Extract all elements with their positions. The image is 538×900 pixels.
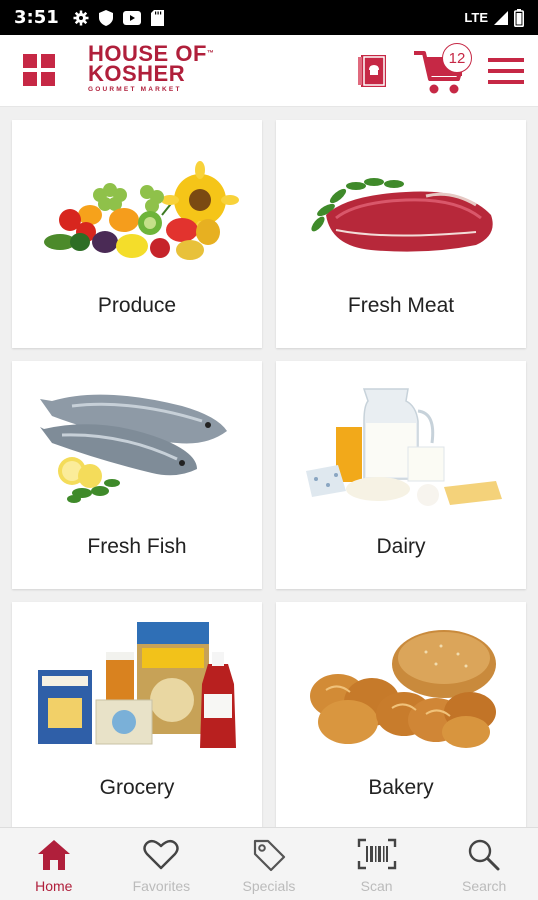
nav-label: Home — [35, 878, 73, 894]
category-tile-dairy[interactable]: Dairy — [276, 361, 526, 589]
app-header: HOUSE OF™ KOSHER GOURMET MARKET 12 — [0, 35, 538, 107]
logo-line2: KOSHER — [88, 61, 186, 86]
nav-home[interactable]: Home — [0, 828, 108, 900]
nav-label: Search — [461, 878, 507, 894]
category-tile-fresh-meat[interactable]: Fresh Meat — [276, 120, 526, 348]
bottom-navigation: Home Favorites Specials Scan Search — [0, 827, 538, 900]
bakery-image — [310, 630, 496, 748]
search-icon — [468, 839, 500, 871]
category-label: Fresh Fish — [87, 535, 187, 558]
nav-favorites[interactable]: Favorites — [108, 828, 216, 900]
nav-label: Favorites — [132, 878, 191, 894]
fresh-meat-image — [311, 178, 493, 252]
category-tile-fresh-fish[interactable]: Fresh Fish — [12, 361, 262, 589]
dairy-image — [306, 388, 502, 506]
recipe-book-icon[interactable] — [358, 53, 388, 89]
fresh-fish-image — [40, 394, 227, 503]
logo-trademark: ™ — [206, 50, 215, 57]
settings-gear-icon — [73, 10, 89, 25]
status-time: 3:51 — [14, 7, 59, 28]
home-icon — [37, 840, 70, 870]
status-bar: 3:51 LTE — [0, 0, 538, 35]
category-grid: Produce Fresh Meat Fresh Fish Dairy Groc… — [0, 107, 538, 830]
nav-search[interactable]: Search — [430, 828, 538, 900]
hamburger-menu-icon[interactable] — [488, 55, 524, 87]
grocery-image — [38, 622, 236, 748]
nav-label: Scan — [360, 878, 393, 894]
barcode-icon — [357, 838, 396, 870]
cart-count-badge[interactable]: 12 — [442, 43, 472, 73]
produce-image — [44, 161, 239, 260]
shield-icon — [98, 9, 113, 26]
nav-label: Specials — [242, 878, 296, 894]
category-tile-grocery[interactable]: Grocery — [12, 602, 262, 830]
youtube-icon — [122, 10, 141, 25]
signal-icon — [494, 10, 508, 25]
logo-tagline: GOURMET MARKET — [88, 86, 182, 93]
grid-menu-icon[interactable] — [22, 53, 56, 87]
battery-icon — [514, 8, 524, 27]
category-label: Produce — [97, 294, 177, 317]
category-label: Fresh Meat — [347, 294, 455, 317]
category-tile-produce[interactable]: Produce — [12, 120, 262, 348]
network-type: LTE — [464, 10, 488, 25]
heart-icon — [143, 839, 180, 870]
category-label: Dairy — [376, 535, 426, 558]
category-label: Grocery — [99, 776, 175, 799]
sd-card-icon — [150, 9, 164, 26]
nav-specials[interactable]: Specials — [215, 828, 323, 900]
category-tile-bakery[interactable]: Bakery — [276, 602, 526, 830]
tag-icon — [253, 839, 286, 872]
brand-logo[interactable]: HOUSE OF™ KOSHER GOURMET MARKET — [88, 43, 223, 96]
category-label: Bakery — [368, 776, 434, 799]
nav-scan[interactable]: Scan — [323, 828, 431, 900]
